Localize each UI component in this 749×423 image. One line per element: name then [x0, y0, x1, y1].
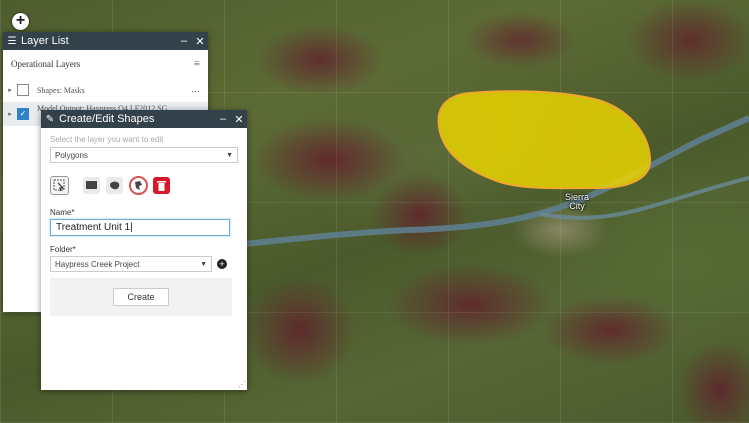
edit-icon: ✎: [45, 113, 55, 125]
layer-name: Shapes: Masks: [37, 85, 85, 95]
name-field[interactable]: Treatment Unit 1|: [50, 219, 230, 236]
operational-layers-title: Operational Layers: [11, 59, 81, 69]
layer-checkbox[interactable]: ✓: [17, 108, 29, 120]
more-options-icon[interactable]: …: [191, 84, 200, 94]
layer-list-title: Layer List: [21, 35, 69, 47]
chevron-down-icon: ▼: [200, 260, 207, 268]
create-edit-shapes-panel: ✎ Create/Edit Shapes – ✕ Select the laye…: [41, 110, 247, 390]
delete-tool-button[interactable]: [153, 176, 170, 194]
filter-icon[interactable]: ≡: [194, 58, 200, 70]
layer-list-titlebar[interactable]: ☰ Layer List – ✕: [3, 32, 208, 50]
city-label: Sierra City: [565, 193, 589, 211]
rectangle-icon: [86, 181, 97, 189]
folder-select[interactable]: Haypress Creek Project ▼: [50, 256, 212, 272]
layer-select-value: Polygons: [55, 150, 88, 160]
create-edit-title: Create/Edit Shapes: [59, 113, 155, 125]
create-area: Create: [50, 278, 232, 316]
folder-label: Folder*: [50, 245, 76, 254]
create-button[interactable]: Create: [113, 288, 169, 306]
polygon-tool-button[interactable]: [106, 176, 123, 194]
add-folder-button[interactable]: +: [217, 259, 227, 269]
close-button[interactable]: ✕: [192, 35, 208, 48]
chevron-down-icon: ▼: [226, 151, 233, 159]
freehand-tool-button[interactable]: [129, 175, 148, 195]
layers-icon: ☰: [7, 35, 17, 47]
expand-icon[interactable]: ▸: [3, 86, 17, 94]
expand-icon[interactable]: ▸: [3, 110, 17, 118]
minimize-button[interactable]: –: [215, 113, 231, 125]
layer-select[interactable]: Polygons ▼: [50, 147, 238, 163]
create-edit-titlebar[interactable]: ✎ Create/Edit Shapes – ✕: [41, 110, 247, 128]
rectangle-tool-button[interactable]: [83, 176, 100, 194]
close-button[interactable]: ✕: [231, 113, 247, 126]
layer-select-hint: Select the layer you want to edit: [50, 135, 164, 144]
operational-layers-header: Operational Layers ≡: [3, 50, 208, 78]
select-icon: [53, 179, 65, 191]
select-tool-button[interactable]: [50, 175, 69, 195]
freehand-polygon-icon: [135, 180, 142, 190]
trash-icon: [157, 180, 166, 191]
city-label-line2: City: [569, 201, 585, 211]
treatment-polygon[interactable]: [437, 90, 652, 190]
resize-handle-icon[interactable]: ⋰: [238, 380, 246, 389]
name-label: Name*: [50, 208, 75, 217]
zoom-in-button[interactable]: +: [12, 13, 29, 30]
layer-row-masks[interactable]: ▸ Shapes: Masks …: [3, 78, 208, 102]
polygon-icon: [110, 181, 120, 189]
layer-checkbox[interactable]: [17, 84, 29, 96]
folder-row: Haypress Creek Project ▼ +: [50, 256, 238, 272]
folder-select-value: Haypress Creek Project: [55, 259, 140, 269]
minimize-button[interactable]: –: [176, 35, 192, 47]
drawing-toolbar: [50, 174, 238, 196]
